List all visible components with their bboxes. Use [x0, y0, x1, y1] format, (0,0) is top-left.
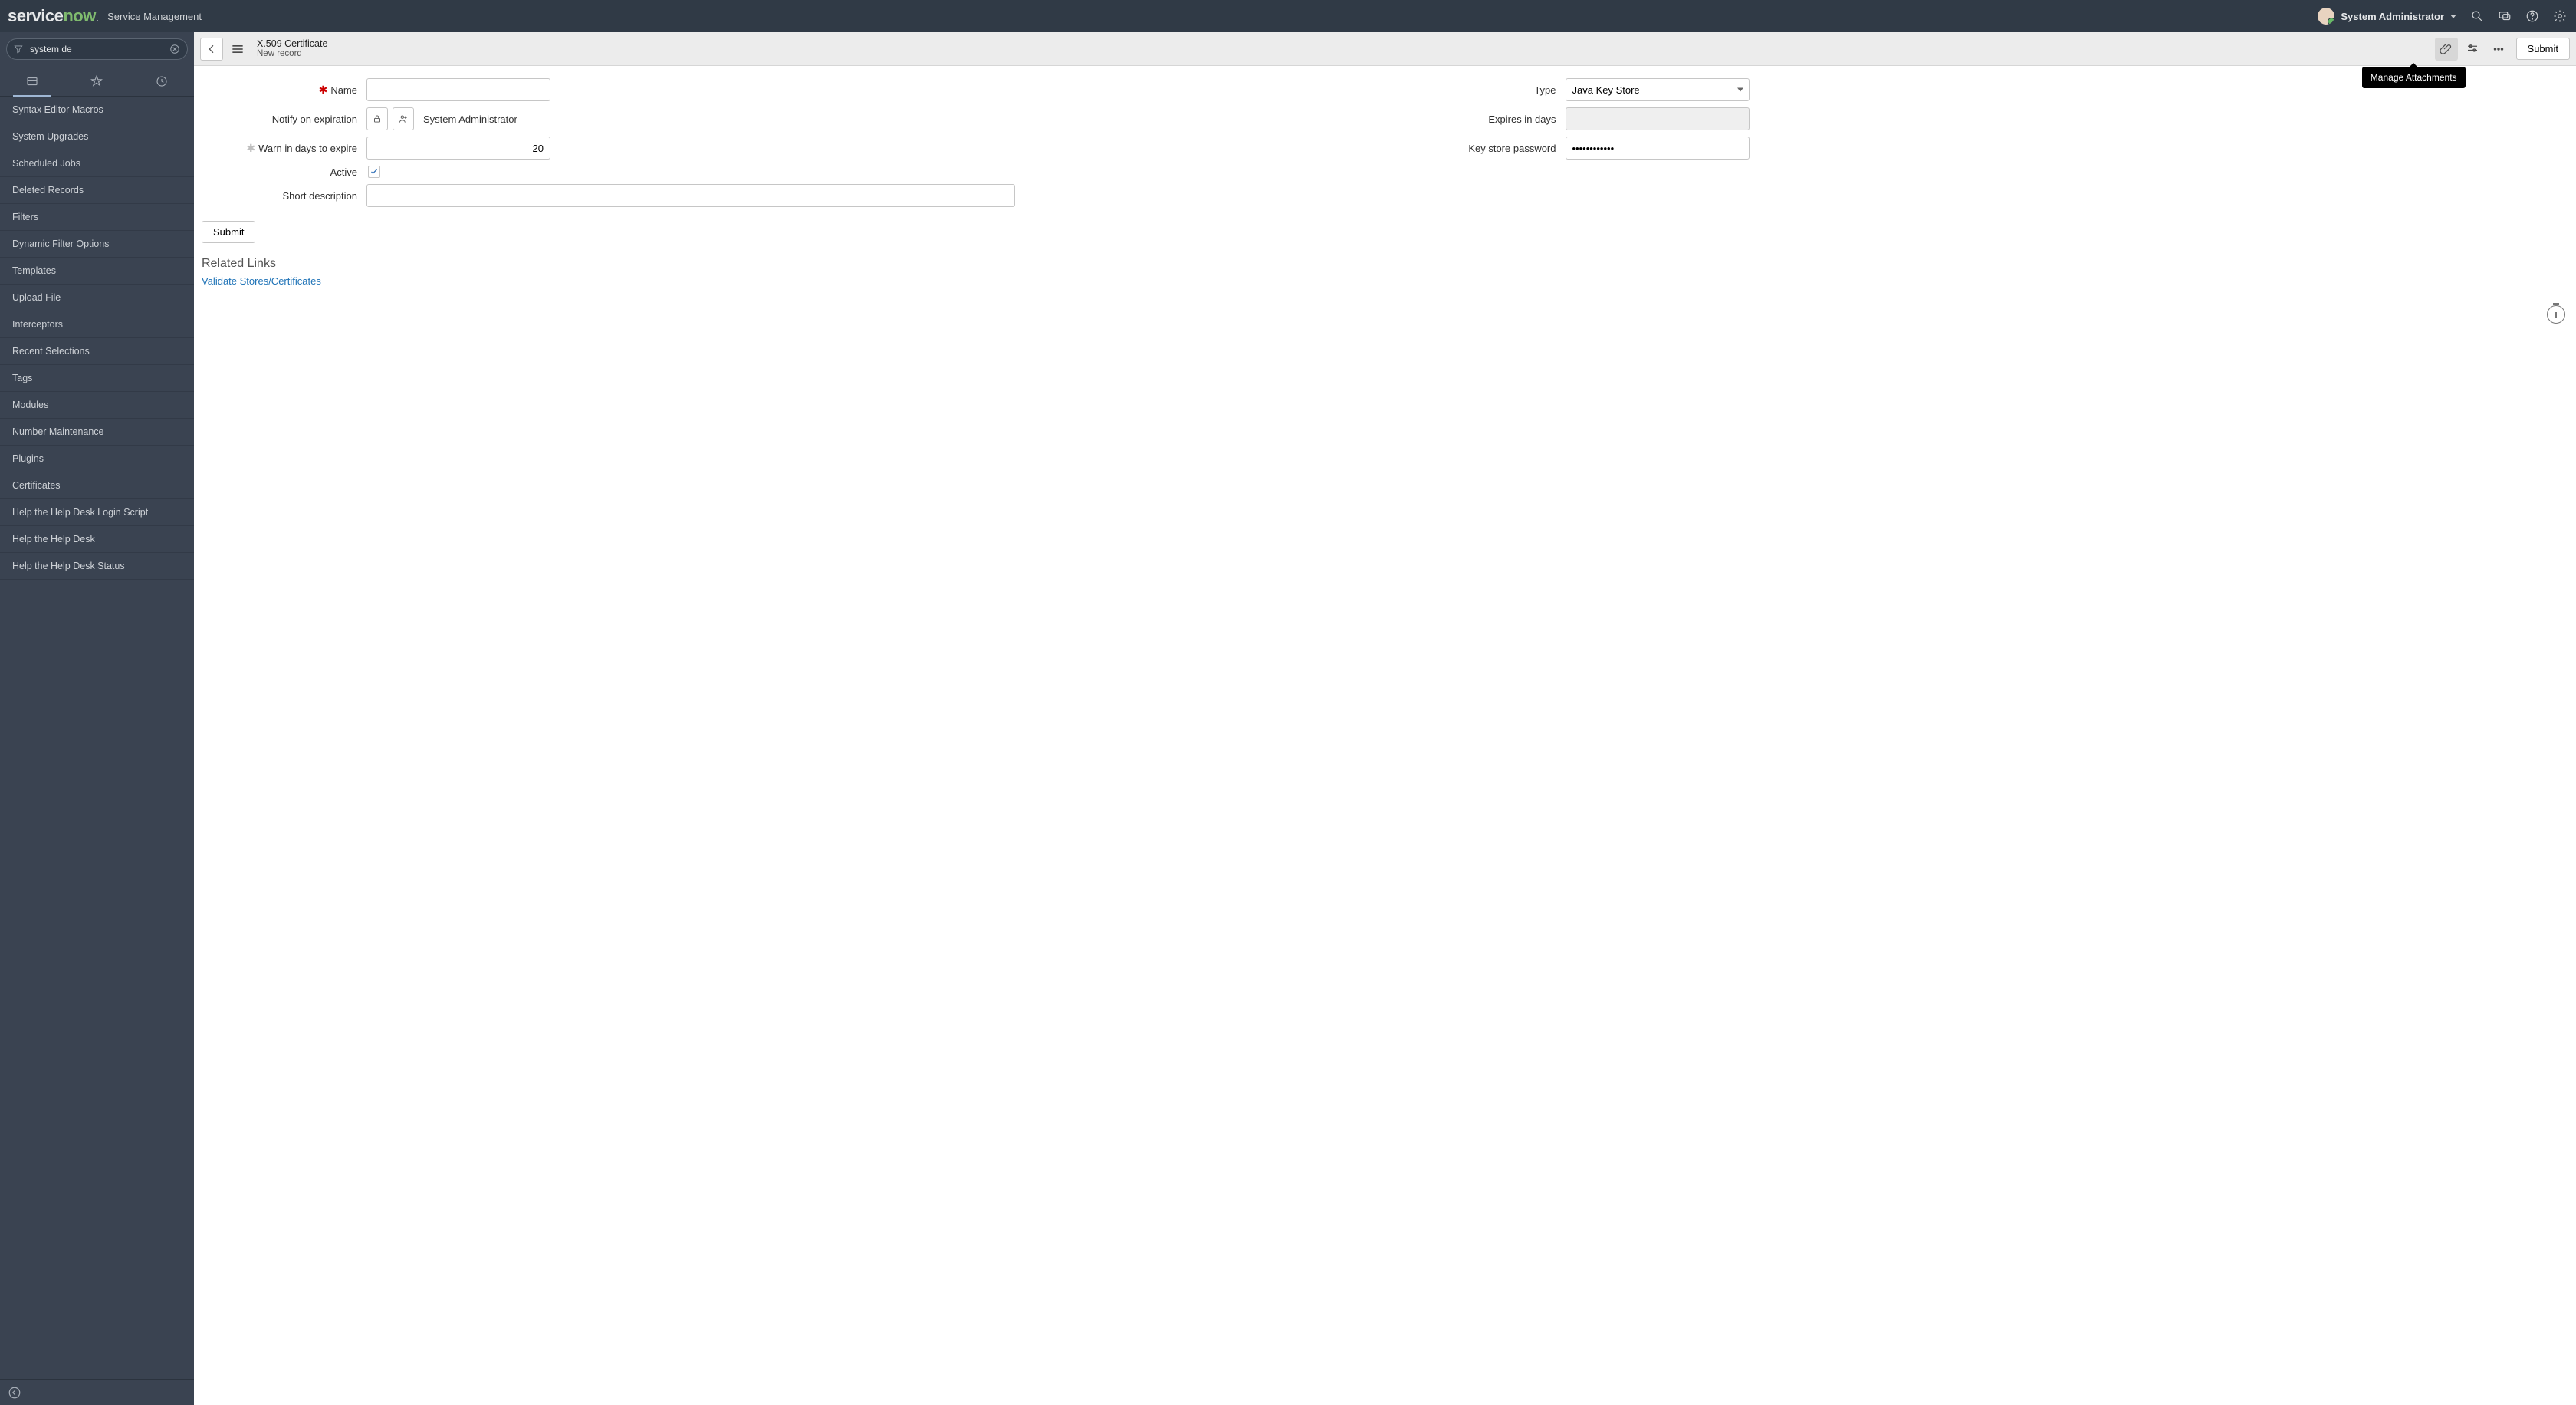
sidebar-collapse-button[interactable] — [0, 1379, 194, 1405]
related-links-heading: Related Links — [202, 257, 2561, 271]
nav-list[interactable]: Syntax Editor Macros System Upgrades Sch… — [0, 97, 194, 1379]
clear-filter-button[interactable] — [169, 43, 181, 55]
nav-item[interactable]: Deleted Records — [0, 177, 194, 204]
back-button[interactable] — [200, 38, 223, 61]
label-expires: Expires in days — [1488, 114, 1556, 125]
nav-item[interactable]: Recent Selections — [0, 338, 194, 365]
nav-tab-favorites[interactable] — [64, 66, 129, 96]
record-state: New record — [257, 49, 327, 59]
keystore-password-field[interactable] — [1566, 137, 1750, 160]
nav-item[interactable]: Help the Help Desk Status — [0, 553, 194, 580]
nav-item[interactable]: Help the Help Desk Login Script — [0, 499, 194, 526]
form-area: ✱Name Type Notify on expiration — [194, 66, 2576, 1405]
nav-item[interactable]: Templates — [0, 258, 194, 285]
expires-field — [1566, 107, 1750, 130]
brand-logo[interactable]: servicenow. — [8, 6, 98, 26]
logo-text-service: service — [8, 6, 63, 26]
label-name: Name — [330, 84, 357, 96]
personalize-button[interactable] — [2461, 38, 2484, 61]
submit-bottom-button[interactable]: Submit — [202, 221, 255, 243]
collapse-icon — [8, 1386, 21, 1400]
label-password: Key store password — [1468, 143, 1556, 154]
gear-icon[interactable] — [2551, 8, 2568, 25]
nav-item[interactable]: Tags — [0, 365, 194, 392]
logo-text-now: now — [63, 6, 96, 26]
filter-box[interactable] — [6, 38, 188, 60]
record-title: X.509 Certificate New record — [257, 38, 327, 60]
avatar — [2318, 8, 2334, 25]
main-content: X.509 Certificate New record Manage Atta… — [194, 32, 2576, 1405]
label-warn: Warn in days to expire — [258, 143, 357, 154]
nav-item[interactable]: Plugins — [0, 446, 194, 472]
tooltip: Manage Attachments — [2362, 67, 2466, 88]
submit-button[interactable]: Submit — [2516, 38, 2570, 60]
nav-item[interactable]: Dynamic Filter Options — [0, 231, 194, 258]
filter-input[interactable] — [30, 44, 163, 54]
type-select[interactable] — [1566, 78, 1750, 101]
nav-tab-history[interactable] — [130, 66, 194, 96]
nav-item[interactable]: Interceptors — [0, 311, 194, 338]
nav-item[interactable]: Upload File — [0, 285, 194, 311]
context-menu-button[interactable] — [226, 38, 249, 61]
label-type: Type — [1534, 84, 1556, 96]
nav-item[interactable]: Help the Help Desk — [0, 526, 194, 553]
funnel-icon — [13, 44, 24, 54]
response-time-button[interactable] — [2547, 305, 2565, 324]
nav-item[interactable]: Number Maintenance — [0, 419, 194, 446]
nav-tab-all[interactable] — [0, 66, 64, 96]
lock-icon — [372, 114, 383, 124]
name-field[interactable] — [366, 78, 550, 101]
nav-item[interactable]: Modules — [0, 392, 194, 419]
nav-item[interactable]: System Upgrades — [0, 123, 194, 150]
label-active: Active — [330, 166, 357, 178]
active-checkbox[interactable] — [368, 166, 380, 178]
check-icon — [370, 167, 379, 176]
person-icon — [398, 114, 409, 124]
search-icon[interactable] — [2469, 8, 2486, 25]
paperclip-icon — [2440, 42, 2453, 56]
more-icon — [2492, 42, 2505, 56]
user-menu[interactable]: System Administrator — [2318, 8, 2456, 25]
validate-link[interactable]: Validate Stores/Certificates — [202, 275, 2561, 287]
add-me-button[interactable] — [393, 107, 414, 130]
navigator-sidebar: Syntax Editor Macros System Upgrades Sch… — [0, 32, 194, 1405]
nav-item[interactable]: Scheduled Jobs — [0, 150, 194, 177]
form-toolbar: X.509 Certificate New record Manage Atta… — [194, 32, 2576, 66]
notify-value: System Administrator — [423, 114, 518, 125]
nav-item[interactable]: Filters — [0, 204, 194, 231]
required-icon: ✱ — [319, 84, 328, 97]
help-icon[interactable] — [2524, 8, 2541, 25]
short-description-field[interactable] — [366, 184, 1015, 207]
unlock-button[interactable] — [366, 107, 388, 130]
record-type: X.509 Certificate — [257, 38, 327, 49]
nav-tabs — [0, 66, 194, 97]
brand-title: Service Management — [107, 11, 202, 22]
nav-item[interactable]: Certificates — [0, 472, 194, 499]
user-name: System Administrator — [2341, 11, 2444, 22]
caret-down-icon — [2450, 15, 2456, 18]
sliders-icon — [2466, 42, 2479, 56]
chat-icon[interactable] — [2496, 8, 2513, 25]
more-actions-button[interactable] — [2487, 38, 2510, 61]
global-header: servicenow. Service Management System Ad… — [0, 0, 2576, 32]
optional-icon: ✱ — [246, 142, 255, 155]
label-shortdesc: Short description — [282, 190, 357, 202]
warn-days-field[interactable] — [366, 137, 550, 160]
attachments-button[interactable]: Manage Attachments — [2435, 38, 2458, 61]
label-notify: Notify on expiration — [272, 114, 357, 125]
nav-item[interactable]: Syntax Editor Macros — [0, 97, 194, 123]
